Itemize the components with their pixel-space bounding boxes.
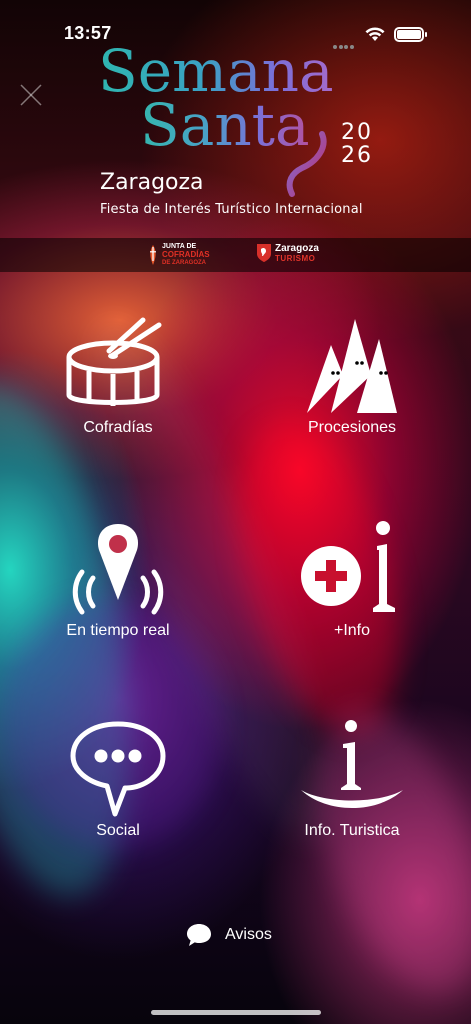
menu-item-cofradias[interactable]: Cofradías — [28, 315, 208, 455]
sponsor-zaragoza-turismo: Zaragoza TURISMO — [256, 243, 319, 263]
menu-label-social: Social — [96, 822, 140, 839]
menu-label-en-tiempo-real: En tiempo real — [66, 622, 170, 639]
home-indicator[interactable] — [151, 1010, 321, 1015]
menu-item-en-tiempo-real[interactable]: En tiempo real — [28, 516, 208, 656]
speech-bubble-icon — [187, 924, 211, 946]
tourist-info-icon — [301, 720, 403, 808]
live-location-icon — [72, 524, 164, 615]
close-button[interactable] — [18, 82, 44, 108]
close-icon — [20, 84, 42, 106]
menu-label-cofradias: Cofradías — [83, 419, 153, 436]
logo-year-top: 20 — [341, 120, 373, 145]
sponsor-1-line3: de Zaragoza — [162, 260, 206, 266]
logo-city: Zaragoza — [100, 170, 204, 195]
sponsor-1-line2: Cofradías — [162, 250, 210, 259]
cellular-dots-icon — [333, 36, 355, 49]
menu-label-info-turistica: Info. Turistica — [304, 822, 400, 839]
lion-shield-icon — [257, 244, 271, 262]
sponsor-junta-cofradias: Junta de Cofradías de Zaragoza — [147, 243, 210, 267]
battery-fill — [397, 30, 421, 39]
battery-icon — [394, 27, 427, 42]
logo-swirl-icon — [286, 131, 327, 197]
sponsor-bar: Junta de Cofradías de Zaragoza Zaragoza … — [0, 238, 471, 272]
sponsor-2-line1: Zaragoza — [275, 243, 319, 254]
menu-item-plus-info[interactable]: +Info — [262, 516, 442, 656]
menu-item-info-turistica[interactable]: Info. Turistica — [262, 718, 442, 858]
nazarenos-icon — [307, 319, 397, 413]
app-screen: 13:57 Semana Santa 20 26 Zaragoza Fiesta… — [0, 0, 471, 1024]
menu-item-procesiones[interactable]: Procesiones — [262, 315, 442, 455]
avisos-label: Avisos — [225, 926, 272, 943]
wifi-icon — [364, 26, 386, 47]
flame-cross-icon — [150, 245, 156, 265]
drum-icon — [66, 317, 162, 406]
menu-label-plus-info: +Info — [333, 622, 371, 639]
menu-label-procesiones: Procesiones — [307, 419, 397, 436]
sponsor-2-line2: TURISMO — [275, 254, 316, 263]
avisos-button[interactable]: Avisos — [185, 922, 272, 948]
plus-info-icon — [301, 521, 395, 612]
logo-year-bottom: 26 — [341, 143, 373, 168]
menu-item-social[interactable]: Social — [28, 718, 208, 858]
logo-subtitle: Fiesta de Interés Turístico Internaciona… — [100, 202, 363, 217]
chat-bubble-icon — [70, 721, 166, 817]
